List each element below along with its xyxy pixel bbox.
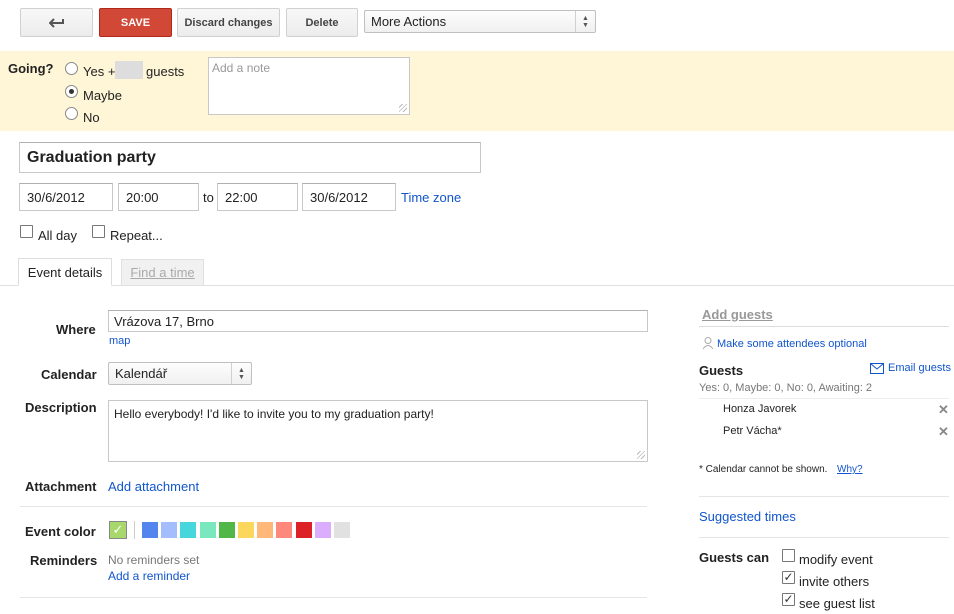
add-guests-input[interactable]: Add guests	[702, 307, 773, 322]
rsvp-maybe-label: Maybe	[83, 88, 123, 103]
color-swatch[interactable]	[295, 522, 312, 538]
color-swatch[interactable]	[218, 522, 235, 538]
more-actions-label: More Actions	[371, 14, 447, 29]
where-label: Where	[56, 322, 96, 337]
reminders-divider	[20, 597, 647, 598]
tab-event-details[interactable]: Event details	[18, 258, 112, 286]
why-link[interactable]: Why?	[837, 464, 863, 475]
add-reminder-link[interactable]: Add a reminder	[108, 569, 190, 583]
guest-count-input[interactable]	[115, 61, 143, 79]
remove-guest-icon[interactable]: ✕	[938, 424, 949, 440]
all-day-label: All day	[38, 228, 78, 243]
guest-row: Petr Vácha* ✕	[699, 421, 954, 443]
color-swatch[interactable]	[257, 522, 274, 538]
rsvp-no-label: No	[83, 110, 100, 125]
end-time-input[interactable]: 22:00	[217, 183, 298, 211]
suggested-divider	[699, 496, 949, 497]
color-swatch[interactable]	[334, 522, 350, 538]
reminders-label: Reminders	[30, 553, 98, 568]
color-swatch[interactable]	[314, 522, 331, 538]
color-swatch[interactable]	[238, 522, 254, 538]
guest-name: Honza Javorek	[723, 403, 797, 415]
rsvp-note-textarea[interactable]: Add a note	[208, 57, 410, 115]
discard-changes-button[interactable]: Discard changes	[177, 8, 280, 37]
color-swatch[interactable]	[199, 522, 216, 538]
guest-name: Petr Vácha*	[723, 425, 782, 437]
repeat-label: Repeat...	[110, 228, 163, 243]
invite-others-checkbox[interactable]: ✓	[782, 571, 795, 584]
where-input[interactable]: Vrázova 17, Brno	[108, 310, 648, 332]
description-textarea[interactable]: Hello everybody! I'd like to invite you …	[108, 400, 648, 462]
time-zone-link[interactable]: Time zone	[401, 190, 461, 205]
checkmark-icon: ✓	[112, 522, 124, 537]
rsvp-maybe-radio[interactable]	[65, 85, 78, 98]
color-swatch[interactable]	[161, 522, 178, 538]
email-guests-link[interactable]: Email guests	[888, 362, 951, 374]
note-placeholder: Add a note	[212, 61, 271, 75]
start-time-input[interactable]: 20:00	[118, 183, 199, 211]
resize-handle-icon[interactable]	[399, 104, 407, 112]
modify-event-checkbox[interactable]	[782, 549, 795, 562]
save-button[interactable]: SAVE	[99, 8, 172, 37]
see-guest-list-label: see guest list	[799, 596, 875, 611]
tab-find-a-time[interactable]: Find a time	[121, 259, 204, 286]
see-guest-list-checkbox[interactable]: ✓	[782, 593, 795, 606]
guests-heading: Guests	[699, 363, 744, 378]
delete-button[interactable]: Delete	[286, 8, 358, 37]
back-button[interactable]	[20, 8, 93, 37]
event-color-label: Event color	[25, 524, 96, 539]
rsvp-section	[0, 51, 954, 131]
guests-can-label: Guests can	[699, 550, 770, 565]
attachment-label: Attachment	[25, 479, 97, 494]
description-label: Description	[25, 400, 97, 415]
color-swatch[interactable]	[276, 522, 293, 538]
calendar-dropdown[interactable]: Kalendář ▲ ▼	[108, 362, 252, 385]
back-arrow-icon	[48, 17, 64, 28]
guests-suffix-label: guests	[146, 64, 185, 79]
color-divider	[134, 521, 135, 539]
add-guests-underline	[699, 326, 949, 327]
modify-event-label: modify event	[799, 552, 873, 567]
event-title-input[interactable]: Graduation party	[19, 142, 481, 173]
color-swatch[interactable]	[180, 522, 197, 538]
person-icon	[702, 337, 714, 350]
color-swatch[interactable]	[142, 522, 158, 538]
add-attachment-link[interactable]: Add attachment	[108, 479, 199, 494]
chevron-updown-icon: ▲ ▼	[231, 363, 251, 384]
going-label: Going?	[8, 61, 54, 76]
guest-counts: Yes: 0, Maybe: 0, No: 0, Awaiting: 2	[699, 382, 873, 394]
rsvp-yes-radio[interactable]	[65, 62, 78, 75]
rsvp-yes-label: Yes +	[83, 64, 116, 79]
make-optional-link[interactable]: Make some attendees optional	[717, 338, 867, 350]
calendar-note: * Calendar cannot be shown.	[699, 464, 828, 475]
no-reminders-text: No reminders set	[108, 553, 200, 567]
description-text: Hello everybody! I'd like to invite you …	[114, 407, 434, 421]
start-date-input[interactable]: 30/6/2012	[19, 183, 113, 211]
guest-row: Honza Javorek ✕	[699, 399, 954, 421]
to-label: to	[203, 190, 214, 205]
all-day-checkbox[interactable]	[20, 225, 33, 238]
end-date-input[interactable]: 30/6/2012	[302, 183, 396, 211]
default-color-swatch[interactable]: ✓	[109, 521, 127, 539]
attachment-divider	[20, 506, 647, 507]
remove-guest-icon[interactable]: ✕	[938, 402, 949, 418]
invite-others-label: invite others	[799, 574, 870, 589]
calendar-label: Calendar	[41, 367, 97, 382]
guests-can-divider	[699, 537, 949, 538]
suggested-times-link[interactable]: Suggested times	[699, 509, 796, 524]
resize-handle-icon[interactable]	[637, 451, 645, 459]
map-link[interactable]: map	[109, 335, 130, 347]
rsvp-no-radio[interactable]	[65, 107, 78, 120]
calendar-value: Kalendář	[115, 366, 168, 381]
repeat-checkbox[interactable]	[92, 225, 105, 238]
email-icon	[870, 363, 884, 374]
chevron-updown-icon: ▲ ▼	[575, 11, 595, 32]
more-actions-dropdown[interactable]: More Actions ▲ ▼	[364, 10, 596, 33]
